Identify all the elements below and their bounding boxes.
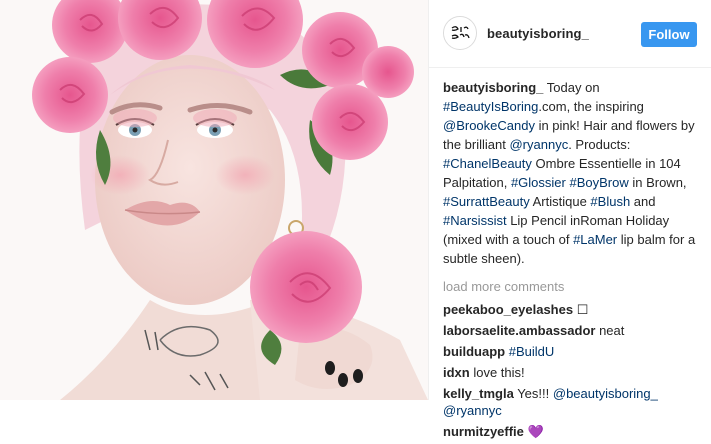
comment-text: Yes!!! [513,386,553,401]
post-header: beautyisboring_ Follow [429,0,711,68]
post-photo[interactable] [0,0,428,400]
hashtag-link[interactable]: #SurrattBeauty [443,194,530,209]
caption-text: Today on [543,80,600,95]
caption-text: Artistique [529,194,591,209]
comment-text: ☐ [573,302,589,317]
follow-button[interactable]: Follow [641,22,697,47]
hashtag-link[interactable]: #BuildU [509,344,555,359]
comment-item: builduapp #BuildU [443,343,699,360]
comment-username[interactable]: idxn [443,365,470,380]
mention-link[interactable]: @ryannyc [509,137,568,152]
comment-item: peekaboo_eyelashes ☐ [443,301,699,318]
comment-username[interactable]: laborsaelite.ambassador [443,323,595,338]
beauty-is-boring-logo-icon [444,17,476,49]
caption-text: in Brown, [628,175,687,190]
comment-item: idxn love this! [443,364,699,381]
hashtag-link[interactable]: #ChanelBeauty [443,156,532,171]
hashtag-link[interactable]: #Glossier [511,175,566,190]
hashtag-link[interactable]: #Narsissist [443,213,507,228]
comment-item: laborsaelite.ambassador neat [443,322,699,339]
comment-username[interactable]: builduapp [443,344,505,359]
comment-username[interactable]: kelly_tmgla [443,386,514,401]
caption-text: .com, the inspiring [538,99,644,114]
avatar[interactable] [443,16,477,50]
comment-item: nurmitzyeffie 💜 [443,423,699,440]
mention-link[interactable]: @BrookeCandy [443,118,535,133]
comment-username[interactable]: nurmitzyeffie [443,424,524,439]
caption-text: . Products: [568,137,631,152]
comment-text: 💜 [523,424,544,439]
hashtag-link[interactable]: #BoyBrow [569,175,628,190]
caption-text: and [630,194,656,209]
comment-item: kelly_tmgla Yes!!! @beautyisboring_ @rya… [443,385,699,419]
caption-username[interactable]: beautyisboring_ [443,80,543,95]
post-username[interactable]: beautyisboring_ [487,26,589,41]
hashtag-link[interactable]: #LaMer [573,232,617,247]
post-side-panel: beautyisboring_ Follow beautyisboring_ T… [428,0,711,439]
comments-section: beautyisboring_ Today on #BeautyIsBoring… [443,78,699,444]
comment-username[interactable]: peekaboo_eyelashes [443,302,573,317]
post-caption: beautyisboring_ Today on #BeautyIsBoring… [443,78,699,268]
hashtag-link[interactable]: #Blush [590,194,630,209]
load-more-comments-link[interactable]: load more comments [443,277,699,296]
hashtag-link[interactable]: #BeautyIsBoring [443,99,538,114]
comment-text: love this! [469,365,525,380]
comment-text: neat [595,323,625,338]
portrait-illustration [0,0,428,400]
